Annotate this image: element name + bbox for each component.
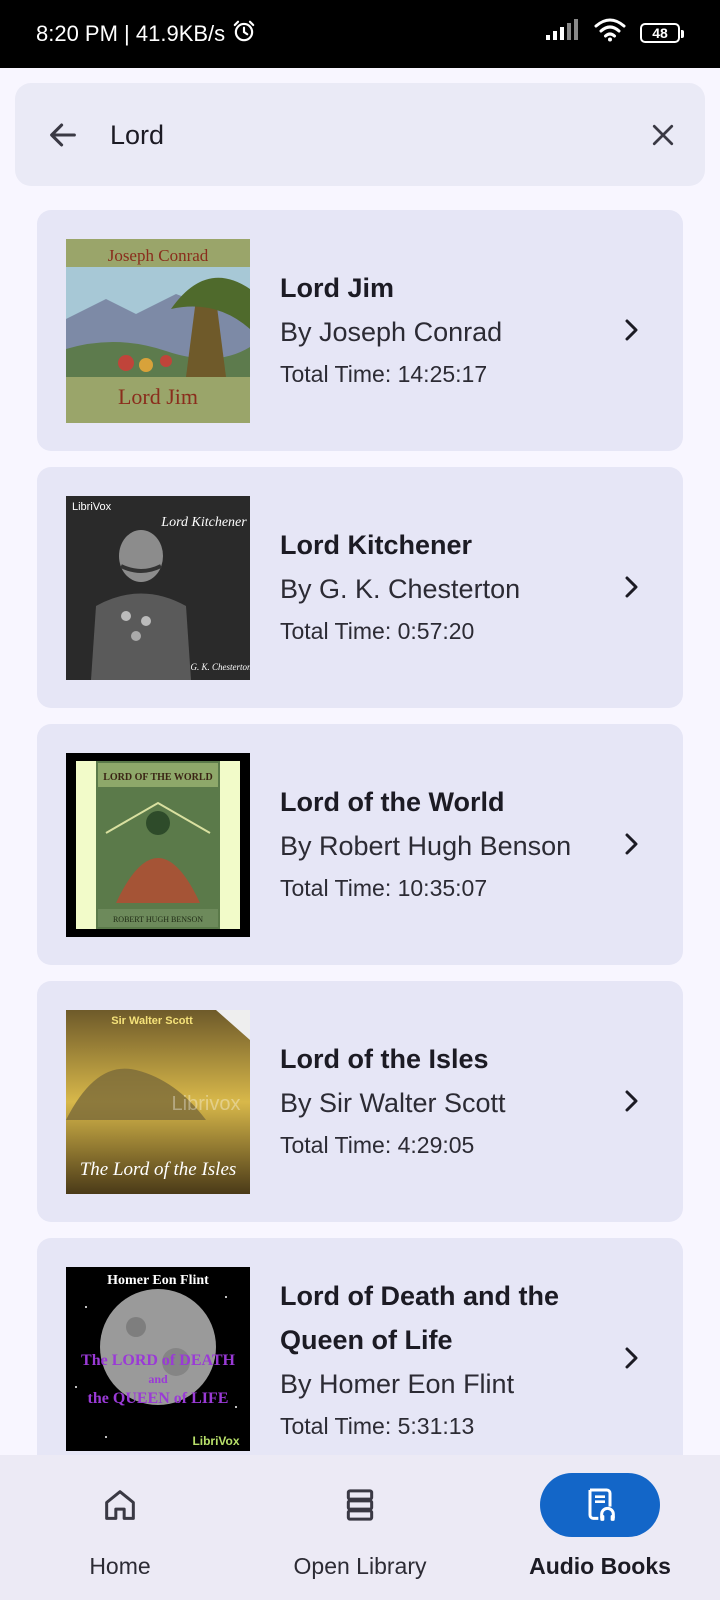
search-results-list: Joseph Conrad Lord Jim Lord Jim By Josep… [37, 210, 683, 1455]
cover-author-text: Sir Walter Scott [111, 1015, 193, 1027]
nav-pill [300, 1473, 420, 1537]
chevron-right-icon [615, 828, 647, 860]
book-total-time: Total Time: 5:31:13 [280, 1413, 475, 1439]
nav-pill [60, 1473, 180, 1537]
close-icon [652, 124, 674, 146]
wifi-icon [594, 18, 626, 47]
result-info: Lord Jim By Joseph Conrad Total Time: 14… [280, 266, 600, 394]
book-cover-image: Joseph Conrad Lord Jim [66, 239, 250, 423]
result-card[interactable]: Homer Eon Flint The LORD of DEATH and th… [37, 1238, 683, 1455]
result-info: Lord of the World By Robert Hugh Benson … [280, 780, 600, 908]
search-bar: Lord [15, 83, 705, 186]
book-author: By Homer Eon Flint [280, 1369, 515, 1399]
battery-level: 48 [652, 24, 668, 41]
cover-brand-text: LibriVox [72, 501, 112, 513]
signal-icon [546, 19, 580, 46]
arrow-left-icon [50, 123, 76, 147]
book-cover-image: LibriVox Lord Kitchener G. K. Chesterton [66, 496, 250, 680]
result-card[interactable]: LORD OF THE WORLD ROBERT HUGH BENSON Lor… [37, 724, 683, 965]
result-info: Lord Kitchener By G. K. Chesterton Total… [280, 523, 600, 651]
book-title: Lord Kitchener [280, 530, 473, 560]
back-button[interactable] [39, 111, 87, 159]
cover-author-text: G. K. Chesterton [190, 662, 250, 672]
book-author: By Sir Walter Scott [280, 1088, 506, 1118]
book-total-time: Total Time: 10:35:07 [280, 875, 488, 901]
book-title: Lord Jim [280, 273, 395, 303]
book-total-time: Total Time: 0:57:20 [280, 618, 475, 644]
result-info: Lord of the Isles By Sir Walter Scott To… [280, 1037, 600, 1165]
chevron-right-icon [615, 571, 647, 603]
book-total-time: Total Time: 14:25:17 [280, 361, 488, 387]
result-card[interactable]: Joseph Conrad Lord Jim Lord Jim By Josep… [37, 210, 683, 451]
book-author: By G. K. Chesterton [280, 574, 521, 604]
chevron-right-icon [615, 314, 647, 346]
result-card[interactable]: LibriVox Lord Kitchener G. K. Chesterton… [37, 467, 683, 708]
cover-title-text: Lord Kitchener [160, 515, 247, 530]
result-info: Lord of Death and the Queen of Life By H… [280, 1274, 600, 1446]
status-right: 48 [546, 18, 684, 47]
cover-brand-text: LibriVox [192, 1434, 239, 1448]
cover-title-line1: The LORD of DEATH [81, 1352, 235, 1369]
chevron-right-icon [615, 1085, 647, 1117]
alarm-icon [231, 18, 257, 50]
result-card[interactable]: Sir Walter Scott Librivox The Lord of th… [37, 981, 683, 1222]
cover-title-text: Lord Jim [118, 384, 198, 409]
book-author: By Robert Hugh Benson [280, 831, 572, 861]
book-title: Lord of Death and the Queen of Life [280, 1281, 559, 1355]
cover-title-line3: the QUEEN of LIFE [88, 1390, 229, 1407]
book-cover-image: Sir Walter Scott Librivox The Lord of th… [66, 1010, 250, 1194]
nav-label-audio-books: Audio Books [529, 1553, 671, 1579]
nav-item-open-library[interactable]: Open Library [240, 1455, 480, 1600]
book-cover-image: Homer Eon Flint The LORD of DEATH and th… [66, 1267, 250, 1451]
search-input[interactable]: Lord [110, 111, 610, 159]
library-stack-icon [346, 1489, 374, 1521]
clear-search-button[interactable] [639, 111, 687, 159]
nav-label-home: Home [89, 1553, 151, 1579]
cover-author-text: ROBERT HUGH BENSON [113, 915, 203, 924]
status-left: 8:20 PM | 41.9KB/s [36, 18, 257, 50]
cover-title-text: LORD OF THE WORLD [103, 772, 213, 783]
cover-title-text: The Lord of the Isles [80, 1159, 237, 1180]
audiobook-icon [588, 1488, 615, 1521]
nav-pill-active [540, 1473, 660, 1537]
book-title: Lord of the World [280, 787, 505, 817]
cover-watermark-text: Librivox [172, 1093, 241, 1115]
cover-author-text: Homer Eon Flint [107, 1273, 209, 1288]
book-title: Lord of the Isles [280, 1044, 489, 1074]
home-icon [105, 1490, 135, 1520]
nav-label-open-library: Open Library [293, 1553, 427, 1579]
bottom-navigation: Home Open Library Audio Books [0, 1455, 720, 1600]
book-total-time: Total Time: 4:29:05 [280, 1132, 475, 1158]
status-time: 8:20 PM | 41.9KB/s [36, 21, 226, 46]
nav-item-audio-books[interactable]: Audio Books [480, 1455, 720, 1600]
book-author: By Joseph Conrad [280, 317, 503, 347]
nav-item-home[interactable]: Home [0, 1455, 240, 1600]
book-cover-image: LORD OF THE WORLD ROBERT HUGH BENSON [66, 753, 250, 937]
status-bar: 8:20 PM | 41.9KB/s 48 [0, 0, 720, 68]
battery-icon: 48 [640, 22, 684, 43]
search-query: Lord [110, 119, 165, 150]
cover-title-line2: and [148, 1372, 168, 1386]
cover-author-text: Joseph Conrad [108, 246, 209, 265]
chevron-right-icon [615, 1342, 647, 1374]
